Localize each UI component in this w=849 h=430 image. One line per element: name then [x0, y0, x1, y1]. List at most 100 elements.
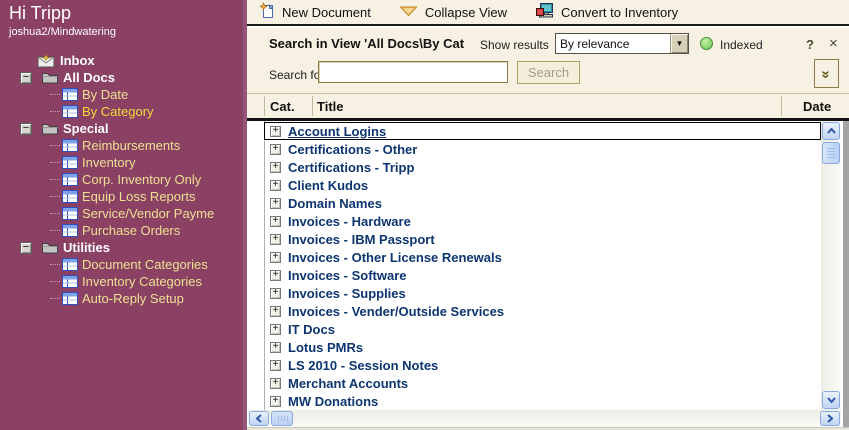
- results-sort-dropdown[interactable]: By relevance ▼: [555, 33, 689, 54]
- close-icon[interactable]: ×: [829, 35, 838, 52]
- category-title: Invoices - Hardware: [288, 214, 411, 229]
- expand-icon[interactable]: +: [270, 180, 281, 191]
- category-title: Client Kudos: [288, 178, 368, 193]
- expand-icon[interactable]: +: [270, 252, 281, 263]
- sidebar-item-view[interactable]: Service/Vendor Payme: [0, 205, 243, 222]
- category-row[interactable]: + Account Logins: [264, 122, 821, 140]
- expand-icon[interactable]: +: [270, 144, 281, 155]
- column-separator[interactable]: [264, 96, 265, 116]
- horizontal-scrollbar[interactable]: [248, 410, 841, 427]
- category-row[interactable]: + Invoices - Supplies: [264, 284, 821, 302]
- category-title: Certifications - Tripp: [288, 160, 414, 175]
- expand-icon[interactable]: +: [270, 342, 281, 353]
- category-title: LS 2010 - Session Notes: [288, 358, 438, 373]
- category-row[interactable]: + Invoices - Software: [264, 266, 821, 284]
- sidebar-item-view[interactable]: Auto-Reply Setup: [0, 290, 243, 307]
- category-row[interactable]: + Invoices - IBM Passport: [264, 230, 821, 248]
- expand-icon[interactable]: +: [270, 162, 281, 173]
- category-row[interactable]: + IT Docs: [264, 320, 821, 338]
- expand-icon[interactable]: +: [270, 324, 281, 335]
- category-title: Invoices - Supplies: [288, 286, 406, 301]
- category-title: Domain Names: [288, 196, 382, 211]
- chevron-down-icon[interactable]: ▼: [670, 34, 688, 53]
- scroll-left-icon[interactable]: [249, 411, 269, 426]
- expand-icon[interactable]: +: [270, 234, 281, 245]
- collapse-toggle-icon[interactable]: −: [20, 123, 32, 135]
- category-title: Account Logins: [288, 124, 386, 139]
- expand-icon[interactable]: +: [270, 288, 281, 299]
- view-table-icon: [62, 292, 78, 305]
- more-options-button[interactable]: »: [814, 59, 839, 88]
- sidebar-item-label: Utilities: [63, 240, 110, 255]
- vertical-scroll-thumb[interactable]: [822, 142, 840, 164]
- search-view-title: Search in View 'All Docs\By Cat: [269, 36, 464, 51]
- sidebar-item-view[interactable]: Purchase Orders: [0, 222, 243, 239]
- collapse-view-button[interactable]: Collapse View: [399, 5, 507, 20]
- expand-icon[interactable]: +: [270, 378, 281, 389]
- category-row[interactable]: + Lotus PMRs: [264, 338, 821, 356]
- sidebar-item-view[interactable]: Document Categories: [0, 256, 243, 273]
- sidebar-item-folder[interactable]: − Special: [0, 120, 243, 137]
- category-row[interactable]: + MW Donations: [264, 392, 821, 410]
- sidebar-item-view[interactable]: By Category: [0, 103, 243, 120]
- search-input[interactable]: [318, 61, 508, 83]
- column-header-title[interactable]: Title: [317, 99, 344, 114]
- double-chevron-down-icon: »: [818, 70, 835, 76]
- vertical-scrollbar[interactable]: [821, 121, 841, 410]
- expand-icon[interactable]: +: [270, 216, 281, 227]
- column-separator[interactable]: [312, 96, 313, 116]
- navigation-tree: Inbox − All Docs By Date: [0, 52, 243, 307]
- category-row[interactable]: + Client Kudos: [264, 176, 821, 194]
- category-title: MW Donations: [288, 394, 378, 409]
- search-for-label: Search for: [269, 68, 324, 82]
- view-table-icon: [62, 105, 78, 118]
- new-document-button[interactable]: New Document: [259, 2, 371, 22]
- sidebar-item-view[interactable]: Equip Loss Reports: [0, 188, 243, 205]
- column-header-date[interactable]: Date: [803, 99, 831, 114]
- greeting-text: Hi Tripp: [9, 3, 71, 24]
- scroll-up-icon[interactable]: [822, 122, 840, 140]
- dropdown-selected-value: By relevance: [556, 37, 670, 51]
- view-table-icon: [62, 207, 78, 220]
- sidebar-item-view[interactable]: By Date: [0, 86, 243, 103]
- scroll-right-icon[interactable]: [820, 411, 840, 426]
- sidebar-item-label: By Category: [82, 104, 154, 119]
- help-button[interactable]: ?: [806, 37, 814, 52]
- category-row[interactable]: + Certifications - Tripp: [264, 158, 821, 176]
- sidebar-item-label: By Date: [82, 87, 128, 102]
- sidebar-item-folder[interactable]: − Utilities: [0, 239, 243, 256]
- sidebar-item-view[interactable]: Inventory: [0, 154, 243, 171]
- expand-icon[interactable]: +: [270, 306, 281, 317]
- category-row[interactable]: + Invoices - Other License Renewals: [264, 248, 821, 266]
- category-row[interactable]: + Invoices - Vender/Outside Services: [264, 302, 821, 320]
- sidebar-item-view[interactable]: Inventory Categories: [0, 273, 243, 290]
- column-header-cat[interactable]: Cat.: [270, 99, 295, 114]
- category-row[interactable]: + Domain Names: [264, 194, 821, 212]
- sidebar-item-folder[interactable]: − All Docs: [0, 69, 243, 86]
- collapse-toggle-icon[interactable]: −: [20, 242, 32, 254]
- sidebar-item-view[interactable]: Reimbursements: [0, 137, 243, 154]
- sidebar-item-label: Auto-Reply Setup: [82, 291, 184, 306]
- convert-to-inventory-button[interactable]: Convert to Inventory: [535, 2, 678, 22]
- collapse-toggle-icon[interactable]: −: [20, 72, 32, 84]
- sidebar-item-inbox[interactable]: Inbox: [0, 52, 243, 69]
- expand-icon[interactable]: +: [270, 396, 281, 407]
- expand-icon[interactable]: +: [270, 270, 281, 281]
- scroll-down-icon[interactable]: [822, 391, 840, 409]
- horizontal-scroll-thumb[interactable]: [271, 411, 293, 426]
- category-row[interactable]: + Invoices - Hardware: [264, 212, 821, 230]
- sidebar-item-view[interactable]: Corp. Inventory Only: [0, 171, 243, 188]
- indexed-status-icon: [700, 37, 713, 50]
- new-document-label: New Document: [282, 5, 371, 20]
- column-separator[interactable]: [781, 96, 782, 116]
- category-row[interactable]: + Certifications - Other: [264, 140, 821, 158]
- category-row[interactable]: + LS 2010 - Session Notes: [264, 356, 821, 374]
- expand-icon[interactable]: +: [270, 198, 281, 209]
- expand-icon[interactable]: +: [270, 360, 281, 371]
- category-title: Lotus PMRs: [288, 340, 363, 355]
- expand-icon[interactable]: +: [270, 126, 281, 137]
- indexed-status-label: Indexed: [720, 38, 763, 52]
- search-button[interactable]: Search: [517, 61, 580, 84]
- category-row[interactable]: + Merchant Accounts: [264, 374, 821, 392]
- folder-icon: [41, 71, 59, 84]
